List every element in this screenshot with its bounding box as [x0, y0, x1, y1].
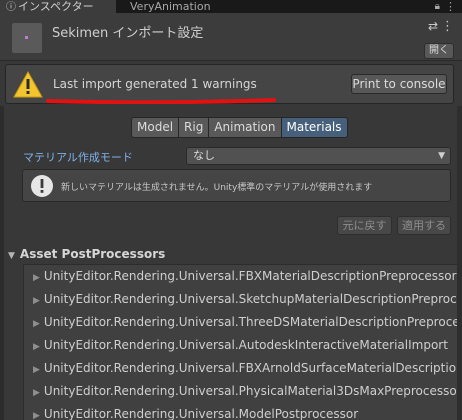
lock-icon[interactable]: 🔒︎: [435, 1, 440, 12]
list-item-label: UnityEditor.Rendering.Universal.FBXArnol…: [43, 361, 457, 375]
chevron-right-icon: ▶: [33, 365, 40, 375]
list-item[interactable]: ▶ UnityEditor.Rendering.Universal.ThreeDS…: [24, 311, 457, 334]
warning-icon: [13, 71, 43, 98]
warning-message: Last import generated 1 warnings: [53, 77, 257, 91]
scrollbar[interactable]: [457, 106, 462, 420]
list-item-label: UnityEditor.Rendering.Universal.Autodesk…: [43, 338, 448, 352]
chevron-down-icon: ▼: [438, 151, 445, 161]
asset-postprocessors-foldout[interactable]: ▼ Asset PostProcessors: [8, 247, 165, 261]
editor-tab-bar: ⓘ インスペクター VeryAnimation 🔒︎ ⋮: [0, 0, 462, 13]
inspector-header: Sekimen インポート設定 ⇄ ⋮ 開く: [0, 13, 462, 61]
chevron-right-icon: ▶: [33, 342, 40, 352]
print-to-console-button[interactable]: Print to console: [351, 74, 447, 94]
tab-animation[interactable]: Animation: [208, 117, 282, 138]
list-item[interactable]: ▶ UnityEditor.Rendering.Universal.FBXArno…: [24, 357, 457, 380]
list-item[interactable]: ▶ UnityEditor.Rendering.Universal.Sketchu…: [24, 288, 457, 311]
material-creation-mode-value: なし: [193, 149, 215, 162]
more-options-icon[interactable]: ⋮: [441, 19, 454, 34]
asset-thumbnail-icon: [12, 23, 42, 53]
open-button[interactable]: 開く: [424, 43, 454, 59]
list-item-label: UnityEditor.Rendering.Universal.Physical…: [43, 384, 457, 398]
importer-tabs: Model Rig Animation Materials: [131, 117, 348, 138]
list-item[interactable]: ▶ UnityEditor.Rendering.Universal.Physica…: [24, 380, 457, 403]
chevron-right-icon: ▶: [33, 388, 40, 398]
tab-inspector[interactable]: ⓘ インスペクター: [0, 0, 116, 13]
info-message: 新しいマテリアルは生成されません。Unity標準のマテリアルが使用されます: [61, 183, 373, 193]
chevron-right-icon: ▶: [33, 273, 40, 283]
tab-veryanimation-label: VeryAnimation: [130, 0, 211, 13]
asset-postprocessors-title: Asset PostProcessors: [19, 247, 166, 261]
postprocessor-list: ▶ UnityEditor.Rendering.Universal.FBXMate…: [23, 264, 457, 420]
chevron-right-icon: ▶: [33, 296, 40, 306]
tab-model[interactable]: Model: [131, 117, 180, 138]
import-warning-banner: Last import generated 1 warnings Print t…: [5, 64, 454, 104]
list-item[interactable]: ▶ UnityEditor.Rendering.Universal.ModelPo…: [24, 403, 457, 420]
material-creation-mode-label: マテリアル作成モード: [23, 151, 133, 164]
list-item-label: UnityEditor.Rendering.Universal.FBXMater…: [43, 269, 457, 283]
tab-materials[interactable]: Materials: [280, 117, 348, 138]
list-item-label: UnityEditor.Rendering.Universal.ModelPos…: [43, 407, 359, 420]
list-item-label: UnityEditor.Rendering.Universal.ThreeDSM…: [43, 315, 457, 329]
foldout-arrow-icon: ▼: [8, 251, 15, 261]
info-help-box: 新しいマテリアルは生成されません。Unity標準のマテリアルが使用されます: [22, 169, 451, 202]
left-edge: [0, 106, 4, 420]
preset-settings-icon[interactable]: ⇄: [428, 19, 438, 33]
tab-veryanimation[interactable]: VeryAnimation: [124, 0, 234, 13]
red-annotation-underline: [46, 98, 276, 104]
list-item-label: UnityEditor.Rendering.Universal.Sketchup…: [43, 292, 457, 306]
material-creation-mode-dropdown[interactable]: なし ▼: [186, 147, 451, 165]
revert-button[interactable]: 元に戻す: [337, 216, 392, 235]
chevron-right-icon: ▶: [33, 411, 40, 420]
list-item[interactable]: ▶ UnityEditor.Rendering.Universal.FBXMate…: [24, 265, 457, 288]
tab-inspector-label: インスペクター: [18, 0, 94, 13]
page-title: Sekimen インポート設定: [52, 26, 204, 41]
info-exclamation-icon: [31, 175, 53, 197]
list-item[interactable]: ▶ UnityEditor.Rendering.Universal.Autodes…: [24, 334, 457, 357]
tab-rig[interactable]: Rig: [178, 117, 210, 138]
chevron-right-icon: ▶: [33, 319, 40, 329]
kebab-menu-icon[interactable]: ⋮: [445, 0, 456, 13]
apply-button[interactable]: 適用する: [397, 216, 451, 235]
